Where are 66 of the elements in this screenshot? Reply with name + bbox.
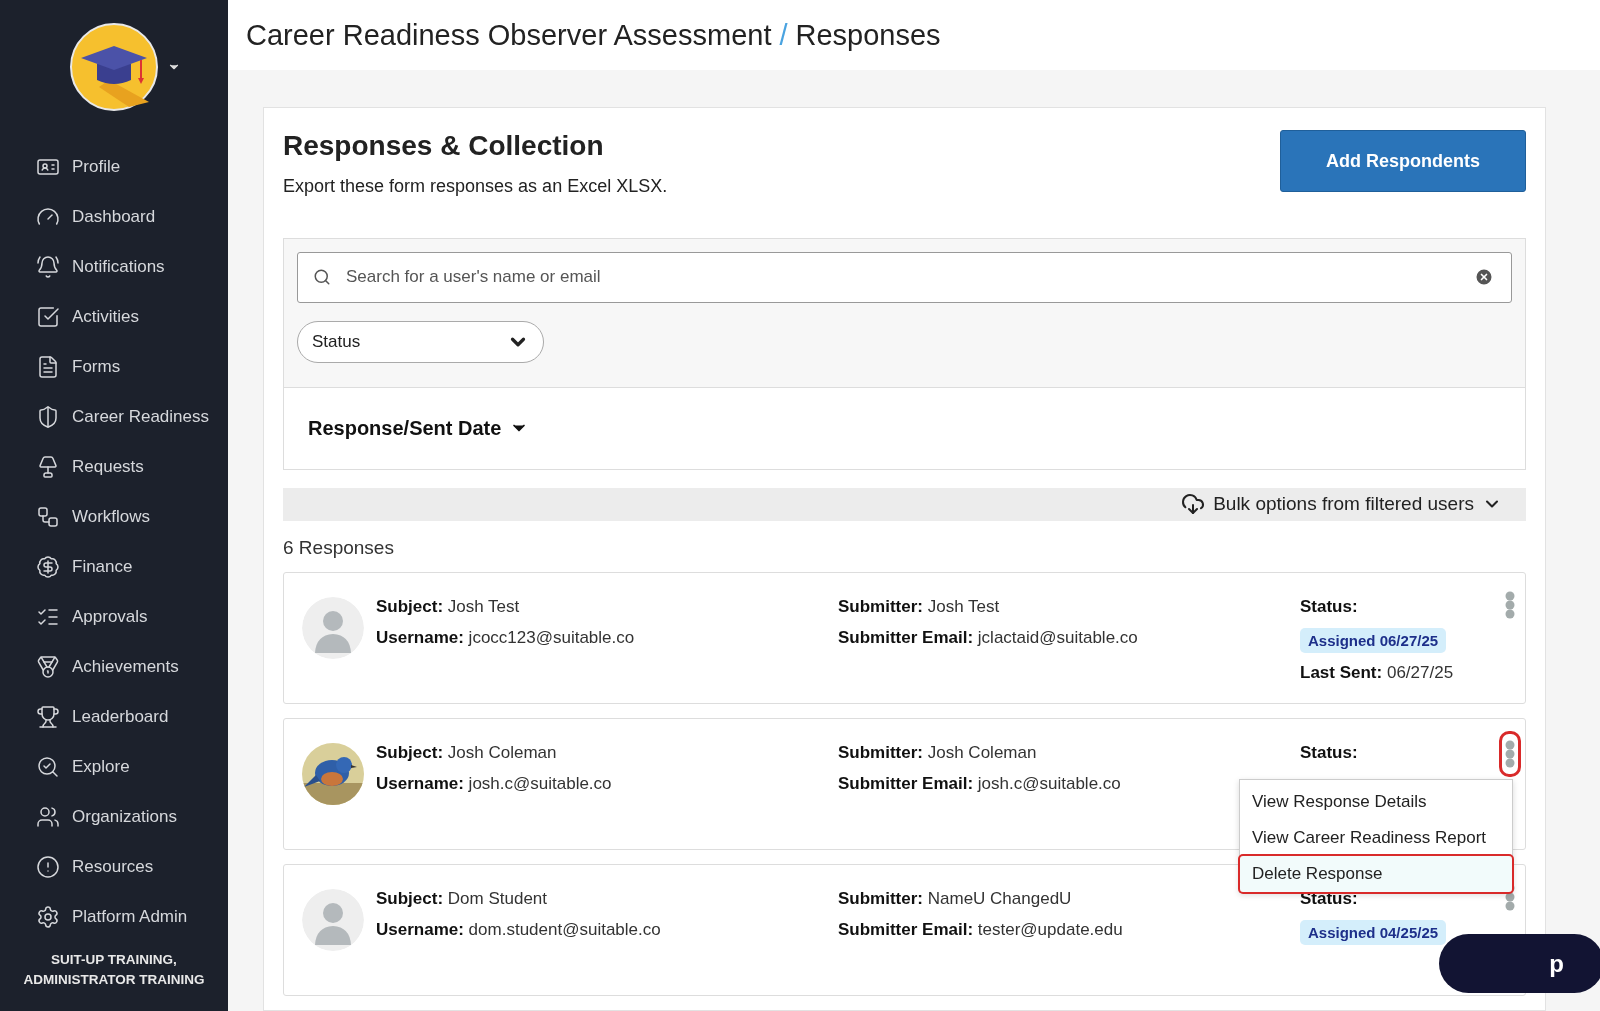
field-text: Submitter Email: tester@update.edu (838, 920, 1124, 941)
magnifier-icon (36, 755, 60, 779)
more-options-button[interactable] (1499, 731, 1521, 777)
sidebar-item[interactable]: Leaderboard (0, 692, 228, 742)
kebab-icon (1505, 740, 1515, 768)
add-respondents-button[interactable]: Add Respondents (1280, 130, 1526, 192)
settings-icon (36, 905, 60, 929)
sort-dropdown[interactable]: Response/Sent Date (308, 416, 530, 440)
section-subtitle: Export these form responses as an Excel XLSX. (283, 176, 668, 197)
workflow-icon (36, 505, 60, 529)
status-label: Status: (1300, 597, 1359, 618)
graduation-cap-logo[interactable] (69, 22, 159, 112)
help-button[interactable]: p (1439, 934, 1600, 993)
section-title: Responses & Collection (283, 130, 605, 162)
field-text: Submitter Email: josh.c@suitable.co (838, 774, 1122, 795)
shield-icon (36, 405, 60, 429)
sidebar-item[interactable]: Career Readiness (0, 392, 228, 442)
field-text: Username: josh.c@suitable.co (376, 774, 613, 795)
sidebar-item[interactable]: Platform Admin (0, 892, 228, 942)
menu-item[interactable]: Delete Response (1240, 856, 1512, 892)
field-text: Submitter: Josh Test (838, 597, 1001, 618)
kebab-icon (1505, 591, 1515, 619)
sidebar-item[interactable]: Achievements (0, 642, 228, 692)
sidebar-item[interactable]: Requests (0, 442, 228, 492)
sidebar-item[interactable]: Forms (0, 342, 228, 392)
menu-item[interactable]: View Career Readiness Report (1240, 820, 1512, 856)
search-icon (313, 267, 331, 286)
field-text: Submitter: Josh Coleman (838, 743, 1038, 764)
document-icon (36, 355, 60, 379)
organization-name: SUIT-UP TRAINING, ADMINISTRATOR TRAINING (22, 951, 206, 989)
lamp-icon (36, 455, 60, 479)
medal-icon (36, 655, 60, 679)
field-text: Submitter: NameU ChangedU (838, 889, 1073, 910)
bell-icon (36, 255, 60, 279)
trophy-icon (36, 705, 60, 729)
bulk-options-button[interactable]: Bulk options from filtered users (1175, 491, 1508, 518)
sidebar-item[interactable]: Activities (0, 292, 228, 342)
sidebar-item[interactable]: Finance (0, 542, 228, 592)
sidebar-item[interactable]: Profile (0, 142, 228, 192)
field-text: Subject: Dom Student (376, 889, 549, 910)
field-text: Submitter Email: jclactaid@suitable.co (838, 628, 1139, 649)
field-text: Username: jcocc123@suitable.co (376, 628, 636, 649)
field-text: Username: dom.student@suitable.co (376, 920, 662, 941)
users-icon (36, 805, 60, 829)
status-badge: Assigned 04/25/25 (1300, 920, 1447, 945)
checkbox-icon (36, 305, 60, 329)
alert-icon (36, 855, 60, 879)
response-count: 6 Responses (283, 537, 395, 559)
menu-item[interactable]: View Response Details (1240, 784, 1512, 820)
sidebar-item[interactable]: Notifications (0, 242, 228, 292)
sidebar-item[interactable]: Approvals (0, 592, 228, 642)
dollar-badge-icon (36, 555, 60, 579)
sidebar-item[interactable]: Organizations (0, 792, 228, 842)
status-label: Status: (1300, 743, 1359, 764)
sidebar-item[interactable]: Explore (0, 742, 228, 792)
field-text: Subject: Josh Coleman (376, 743, 558, 764)
status-badge: Assigned 06/27/25 (1300, 628, 1447, 653)
cloud-download-icon (1181, 492, 1206, 517)
field-text: Subject: Josh Test (376, 597, 521, 618)
sidebar-item[interactable]: Resources (0, 842, 228, 892)
sidebar-item[interactable]: Dashboard (0, 192, 228, 242)
sidebar-item[interactable]: Workflows (0, 492, 228, 542)
page-title: Career Readiness Observer Assessment / Responses (246, 18, 941, 52)
field-text: Last Sent: 06/27/25 (1300, 663, 1455, 684)
status-dropdown[interactable]: Status (297, 320, 544, 363)
search-field[interactable]: Search for a user's name or email (297, 251, 1512, 303)
